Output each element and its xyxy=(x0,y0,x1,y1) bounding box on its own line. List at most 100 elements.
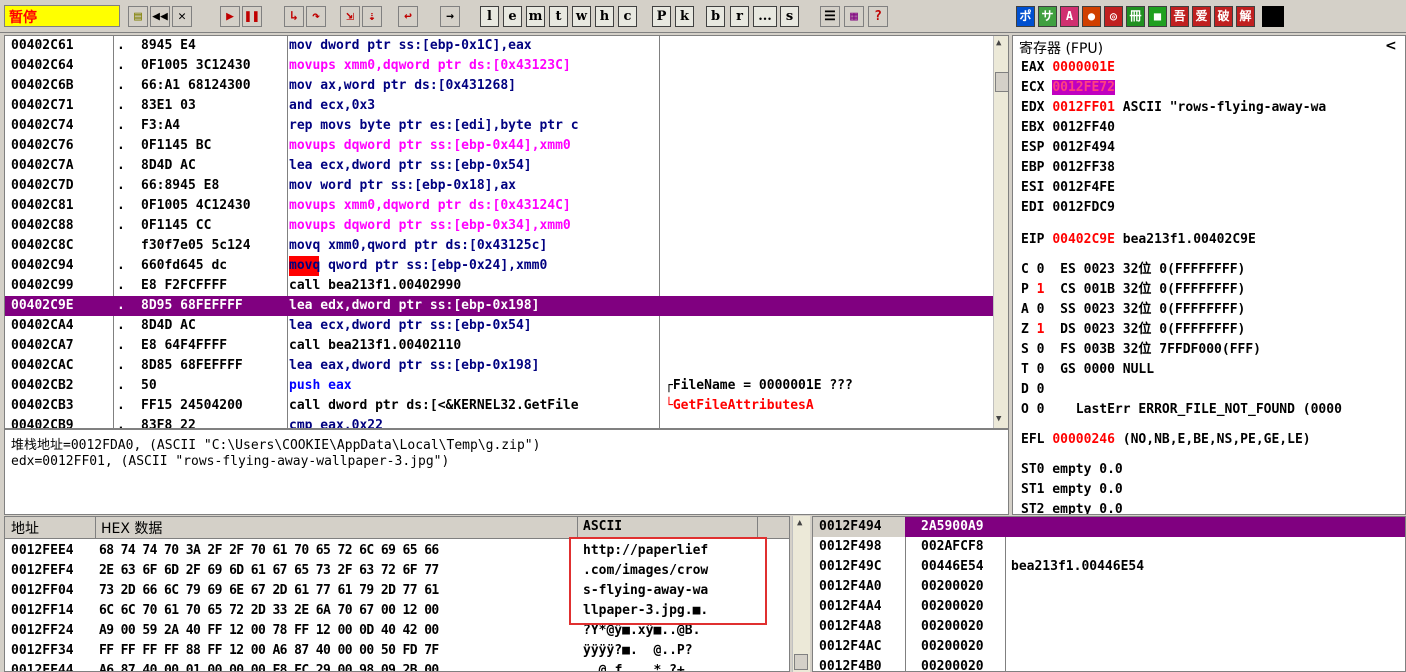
flag-row[interactable]: P 1 CS 001B 32位 0(FFFFFFFF) xyxy=(1021,280,1245,300)
stack-row[interactable]: 0012F4AC 00200020 xyxy=(813,637,1405,657)
disassembly-scrollbar[interactable]: ▲ ▼ xyxy=(993,36,1008,428)
executable-modules-button[interactable]: e xyxy=(503,6,522,27)
execute-till-return-icon[interactable]: ↩ xyxy=(398,6,418,27)
threads-button[interactable]: t xyxy=(549,6,568,27)
step-over-icon[interactable]: ↷ xyxy=(306,6,326,27)
register-row-eip[interactable]: EIP 00402C9E bea213f1.00402C9E xyxy=(1021,230,1256,250)
disasm-row[interactable]: 00402C6B. 66:A1 68124300 mov ax,word ptr d… xyxy=(5,76,995,96)
call-stack-button[interactable]: k xyxy=(675,6,694,27)
memory-map-button[interactable]: m xyxy=(526,6,545,27)
disasm-row[interactable]: 00402C9E. 8D95 68FEFFFF lea edx,dword ptr … xyxy=(5,296,995,316)
patches-button[interactable]: P xyxy=(652,6,671,27)
register-row[interactable]: ESI 0012F4FE xyxy=(1021,178,1123,198)
fpu-row[interactable]: ST2 empty 0.0 xyxy=(1021,500,1123,514)
scroll-up-icon[interactable]: ▲ xyxy=(996,38,1001,48)
disasm-row[interactable]: 00402CAC. 8D85 68FEFFFF lea eax,dword ptr … xyxy=(5,356,995,376)
log-window-button[interactable]: l xyxy=(480,6,499,27)
register-row[interactable]: EAX 0000001E xyxy=(1021,58,1123,78)
disasm-row[interactable]: 00402C94. 660fd645 dc movq qword ptr ss:[e… xyxy=(5,256,995,276)
restart-icon[interactable]: ◀◀ xyxy=(150,6,170,27)
flag-row[interactable]: D 0 xyxy=(1021,380,1084,400)
flag-row[interactable]: A 0 SS 0023 32位 0(FFFFFFFF) xyxy=(1021,300,1245,320)
stack-row[interactable]: 0012F494 2A5900A9 xyxy=(813,517,1405,537)
flag-row[interactable]: O 0 LastErr ERROR_FILE_NOT_FOUND (0000 xyxy=(1021,400,1342,420)
disasm-row[interactable]: 00402C76. 0F1145 BC movups dqword ptr ss:[… xyxy=(5,136,995,156)
step-into-icon[interactable]: ↳ xyxy=(284,6,304,27)
fpu-row[interactable]: ST0 empty 0.0 xyxy=(1021,460,1123,480)
list-icon[interactable]: ☰ xyxy=(820,6,840,27)
disasm-row[interactable]: 00402C61. 8945 E4 mov dword ptr ss:[ebp-0x… xyxy=(5,36,995,56)
stack-row[interactable]: 0012F4B0 00200020 xyxy=(813,657,1405,671)
handles-button[interactable]: h xyxy=(595,6,614,27)
flag-row[interactable]: C 0 ES 0023 32位 0(FFFFFFFF) xyxy=(1021,260,1245,280)
go-to-icon[interactable]: → xyxy=(440,6,460,27)
close-icon[interactable]: ✕ xyxy=(172,6,192,27)
register-row[interactable]: ECX 0012FE72 xyxy=(1021,78,1123,98)
plugin-icon-8[interactable]: 吾 xyxy=(1170,6,1189,27)
plugin-icon-2[interactable]: サ xyxy=(1038,6,1057,27)
stack-row[interactable]: 0012F4A0 00200020 xyxy=(813,577,1405,597)
register-row[interactable]: ESP 0012F494 xyxy=(1021,138,1123,158)
plugin-icon-9[interactable]: 爱 xyxy=(1192,6,1211,27)
dump-row[interactable]: 0012FF44 A6 87 40 00 01 00 00 00 F8 FC 29… xyxy=(5,661,789,671)
disasm-row[interactable]: 00402C8C f30f7e05 5c124 movq xmm0,qword pt… xyxy=(5,236,995,256)
register-row[interactable]: EDI 0012FDC9 xyxy=(1021,198,1123,218)
dump-header-address[interactable]: 地址 xyxy=(11,518,39,538)
dump-header-hex[interactable]: HEX 数据 xyxy=(101,518,162,538)
stack-row[interactable]: 0012F498 002AFCF8 xyxy=(813,537,1405,557)
open-file-icon[interactable]: ▤ xyxy=(128,6,148,27)
pause-icon[interactable]: ❚❚ xyxy=(242,6,262,27)
collapse-button[interactable]: < xyxy=(1385,38,1397,54)
stack-row[interactable]: 0012F49C 00446E54 bea213f1.00446E54 xyxy=(813,557,1405,577)
memory-dump-pane[interactable]: 地址 HEX 数据 ASCII 0012FEE4 68 74 74 70 3A 2… xyxy=(4,516,790,672)
cpu-button[interactable]: c xyxy=(618,6,637,27)
source-button[interactable]: s xyxy=(780,6,799,27)
scroll-down-icon[interactable]: ▼ xyxy=(996,414,1001,424)
plugin-icon-6[interactable]: 冊 xyxy=(1126,6,1145,27)
registers-pane[interactable]: 寄存器 (FPU) < EAX 0000001E ECX 0012FE72 ED… xyxy=(1012,35,1406,515)
run-trace-button[interactable]: ... xyxy=(753,6,777,27)
disasm-row[interactable]: 00402C81. 0F1005 4C12430 movups xmm0,dqwor… xyxy=(5,196,995,216)
disasm-row[interactable]: 00402C64. 0F1005 3C12430 movups xmm0,dqwor… xyxy=(5,56,995,76)
flag-row[interactable]: T 0 GS 0000 NULL xyxy=(1021,360,1162,380)
stack-row[interactable]: 0012F4A8 00200020 xyxy=(813,617,1405,637)
dump-scrollbar[interactable]: ▲ xyxy=(792,516,810,672)
stack-row[interactable]: 0012F4A4 00200020 xyxy=(813,597,1405,617)
trace-over-icon[interactable]: ⇣ xyxy=(362,6,382,27)
disasm-row[interactable]: 00402CB3. FF15 24504200 call dword ptr ds:… xyxy=(5,396,995,416)
help-icon[interactable]: ? xyxy=(868,6,888,27)
scrollbar-thumb[interactable] xyxy=(995,72,1008,92)
disassembly-pane[interactable]: 00402C61. 8945 E4 mov dword ptr ss:[ebp-0x… xyxy=(4,35,1009,429)
scroll-up-icon[interactable]: ▲ xyxy=(797,518,802,528)
register-row[interactable]: EDX 0012FF01 ASCII "rows-flying-away-wa xyxy=(1021,98,1326,118)
dump-header-ascii[interactable]: ASCII xyxy=(583,519,622,534)
disasm-row[interactable]: 00402CB2. 50 push eax ┌FileName = 0000001E … xyxy=(5,376,995,396)
plugin-icon-1[interactable]: ポ xyxy=(1016,6,1035,27)
disasm-row[interactable]: 00402C7D. 66:8945 E8 mov word ptr ss:[ebp-… xyxy=(5,176,995,196)
disasm-row[interactable]: 00402C88. 0F1145 CC movups dqword ptr ss:[… xyxy=(5,216,995,236)
window-icon[interactable]: ▦ xyxy=(844,6,864,27)
plugin-icon-3[interactable]: A xyxy=(1060,6,1079,27)
stack-pane[interactable]: 0012F494 2A5900A9 0012F498 002AFCF8 0012F49C… xyxy=(812,516,1406,672)
disasm-row[interactable]: 00402C71. 83E1 03 and ecx,0x3 xyxy=(5,96,995,116)
plugin-icon-11[interactable]: 解 xyxy=(1236,6,1255,27)
plugin-icon-10[interactable]: 破 xyxy=(1214,6,1233,27)
breakpoints-button[interactable]: b xyxy=(706,6,725,27)
windows-button[interactable]: w xyxy=(572,6,591,27)
disasm-row[interactable]: 00402CB9. 83F8 22 cmp eax,0x22 xyxy=(5,416,995,428)
plugin-icon-5[interactable]: ◎ xyxy=(1104,6,1123,27)
disasm-row[interactable]: 00402C7A. 8D4D AC lea ecx,dword ptr ss:[eb… xyxy=(5,156,995,176)
disasm-row[interactable]: 00402CA4. 8D4D AC lea ecx,dword ptr ss:[eb… xyxy=(5,316,995,336)
disasm-row[interactable]: 00402C99. E8 F2FCFFFF call bea213f1.004029… xyxy=(5,276,995,296)
register-row-efl[interactable]: EFL 00000246 (NO,NB,E,BE,NS,PE,GE,LE) xyxy=(1021,430,1311,450)
disasm-row[interactable]: 00402C74. F3:A4 rep movs byte ptr es:[edi]… xyxy=(5,116,995,136)
register-row[interactable]: EBX 0012FF40 xyxy=(1021,118,1123,138)
plugin-icon-7[interactable]: ■ xyxy=(1148,6,1167,27)
flag-row[interactable]: Z 1 DS 0023 32位 0(FFFFFFFF) xyxy=(1021,320,1245,340)
scrollbar-thumb[interactable] xyxy=(794,654,808,670)
trace-into-icon[interactable]: ⇲ xyxy=(340,6,360,27)
register-row[interactable]: EBP 0012FF38 xyxy=(1021,158,1123,178)
dump-row[interactable]: 0012FF34 FF FF FF FF 88 FF 12 00 A6 87 40… xyxy=(5,641,789,661)
run-icon[interactable]: ▶ xyxy=(220,6,240,27)
disasm-row[interactable]: 00402CA7. E8 64F4FFFF call bea213f1.004021… xyxy=(5,336,995,356)
